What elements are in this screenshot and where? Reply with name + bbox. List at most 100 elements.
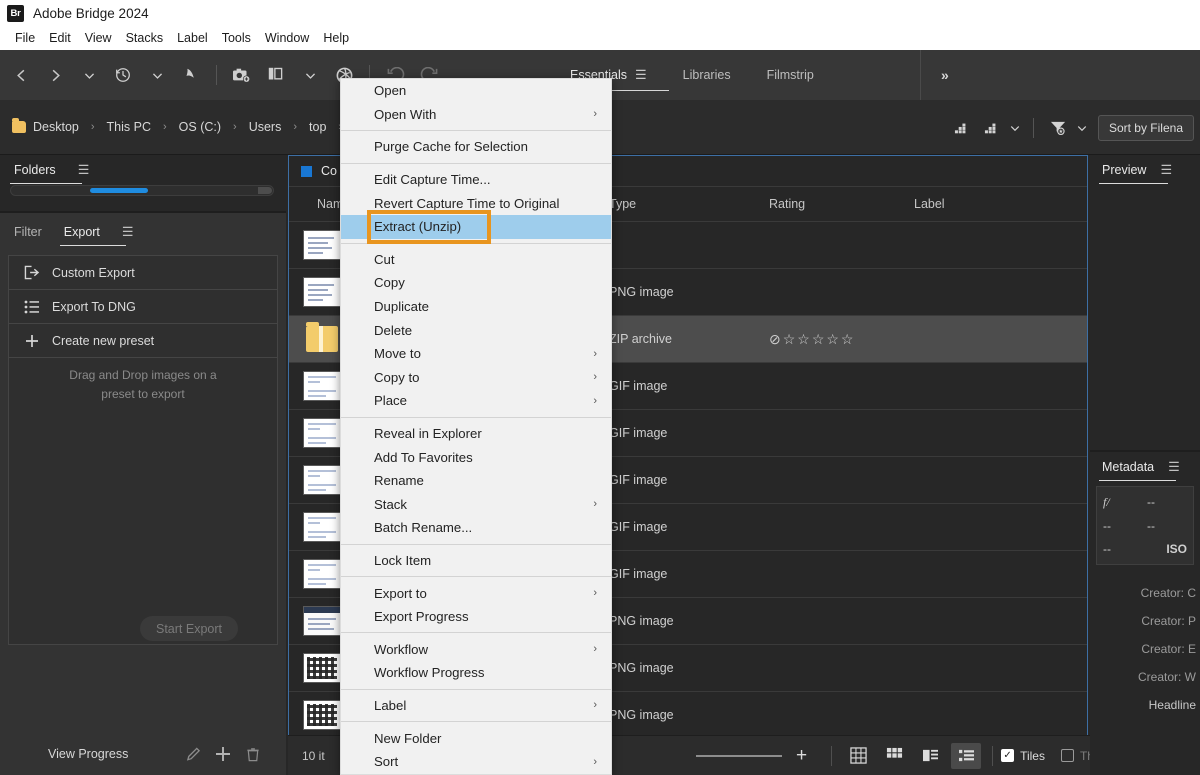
preset-custom-export[interactable]: Custom Export (9, 256, 277, 290)
tiles-checkbox[interactable]: ✓ (1001, 749, 1015, 762)
context-menu-item-stack[interactable]: Stack › (341, 493, 611, 517)
metadata-menu-icon[interactable]: ☰ (1168, 459, 1180, 475)
menu-edit[interactable]: Edit (42, 29, 78, 47)
sort-descending-icon[interactable] (977, 113, 1007, 143)
folders-menu-icon[interactable]: ☰ (78, 162, 90, 178)
thumbnail-size-slider[interactable] (695, 754, 782, 757)
menu-view[interactable]: View (78, 29, 119, 47)
breadcrumb-item[interactable]: Users (249, 120, 282, 134)
context-menu-item-revert-capture-time-to-original[interactable]: Revert Capture Time to Original (341, 191, 611, 215)
context-menu-item-workflow-progress[interactable]: Workflow Progress (341, 661, 611, 685)
pencil-icon[interactable] (178, 746, 208, 762)
context-menu-item-edit-capture-time[interactable]: Edit Capture Time... (341, 168, 611, 192)
thumbnail-grid-icon[interactable] (879, 743, 909, 769)
context-menu-item-copy[interactable]: Copy (341, 271, 611, 295)
chevron-down-icon[interactable] (144, 62, 170, 88)
column-header-rating[interactable]: Rating (769, 197, 914, 211)
menu-tools[interactable]: Tools (215, 29, 258, 47)
view-progress-link[interactable]: View Progress (48, 747, 128, 761)
export-menu-icon[interactable]: ☰ (122, 224, 134, 240)
tab-filter[interactable]: Filter (14, 225, 42, 239)
context-menu-item-label[interactable]: Label › (341, 694, 611, 718)
start-export-button[interactable]: Start Export (140, 616, 238, 641)
context-menu-item-move-to[interactable]: Move to › (341, 342, 611, 366)
context-menu-item-open-with[interactable]: Open With › (341, 103, 611, 127)
scrollbar-end-cap[interactable] (258, 187, 272, 194)
boomerang-icon[interactable] (178, 62, 204, 88)
menu-help[interactable]: Help (316, 29, 356, 47)
preview-panel-header: Preview ☰ (1090, 155, 1200, 185)
forward-arrow-icon[interactable] (42, 62, 68, 88)
context-menu-item-duplicate[interactable]: Duplicate (341, 295, 611, 319)
camera-raw-icon[interactable] (229, 62, 255, 88)
column-header-type[interactable]: Type (609, 197, 769, 211)
list-view-icon[interactable] (951, 742, 982, 769)
context-menu-item-label: Reveal in Explorer (374, 426, 482, 442)
workspace-tab-libraries[interactable]: Libraries (683, 64, 731, 86)
breadcrumb-item[interactable]: This PC (107, 120, 151, 134)
chevron-down-icon[interactable] (1074, 113, 1090, 143)
scrollbar-thumb[interactable] (89, 188, 148, 193)
workspace-menu-icon[interactable]: ☰ (635, 67, 647, 83)
context-menu-item-label: Add To Favorites (374, 449, 473, 465)
tab-preview[interactable]: Preview (1098, 163, 1170, 184)
menu-file[interactable]: File (8, 29, 42, 47)
context-menu-item-add-to-favorites[interactable]: Add To Favorites (341, 445, 611, 469)
sort-ascending-icon[interactable] (947, 113, 977, 143)
tab-export[interactable]: Export (59, 225, 127, 246)
context-menu-item-new-folder[interactable]: New Folder (341, 726, 611, 750)
divider (992, 745, 994, 766)
context-menu-item-export-to[interactable]: Export to › (341, 581, 611, 605)
context-menu-item-purge-cache-for-selection[interactable]: Purge Cache for Selection (341, 135, 611, 159)
context-menu-item-workflow[interactable]: Workflow › (341, 637, 611, 661)
menu-stacks[interactable]: Stacks (119, 29, 171, 47)
tab-metadata[interactable]: Metadata (1098, 460, 1177, 481)
cell-rating[interactable]: ⊘☆☆☆☆☆ (769, 331, 914, 348)
context-menu-item-delete[interactable]: Delete (341, 318, 611, 342)
breadcrumb-item[interactable]: top (309, 120, 326, 134)
menu-window[interactable]: Window (258, 29, 316, 47)
exif-aperture: f/ (1103, 495, 1110, 509)
context-menu-item-open[interactable]: Open (341, 79, 611, 103)
export-footer: View Progress (0, 733, 286, 775)
chevron-down-icon[interactable] (76, 62, 102, 88)
stack-icon[interactable] (263, 62, 289, 88)
context-menu-item-copy-to[interactable]: Copy to › (341, 366, 611, 390)
context-menu-item-extract-unzip[interactable]: Extract (Unzip) (341, 214, 611, 239)
folders-horizontal-scrollbar[interactable] (10, 185, 274, 196)
preview-menu-icon[interactable]: ☰ (1160, 162, 1172, 178)
breadcrumb-item[interactable]: OS (C:) (179, 120, 221, 134)
context-menu-item-sort[interactable]: Sort › (341, 750, 611, 774)
grid-view-icon[interactable] (843, 743, 873, 769)
exif-value-1: -- (1147, 495, 1155, 509)
sort-by-filename-button[interactable]: Sort by Filena (1097, 114, 1194, 141)
chevron-down-icon[interactable] (297, 62, 323, 88)
plus-icon[interactable] (208, 746, 238, 762)
workspace-tab-filmstrip[interactable]: Filmstrip (767, 64, 814, 86)
preset-export-to-dng[interactable]: Export To DNG (9, 290, 277, 324)
context-menu-item-rename[interactable]: Rename (341, 469, 611, 493)
back-arrow-icon[interactable] (8, 62, 34, 88)
context-menu-item-reveal-in-explorer[interactable]: Reveal in Explorer (341, 422, 611, 446)
tiles-checkbox-group[interactable]: ✓ Tiles (1001, 749, 1061, 763)
content-panel-indicator-icon (301, 165, 312, 177)
trash-icon[interactable] (238, 747, 268, 762)
preset-create-new[interactable]: Create new preset (9, 324, 277, 358)
context-menu-item-cut[interactable]: Cut (341, 248, 611, 272)
filter-icon[interactable] (1044, 113, 1074, 143)
increase-thumbnail-size-button[interactable]: + (796, 745, 807, 767)
chevron-down-icon[interactable] (1007, 113, 1023, 143)
thumbnails-only-checkbox[interactable] (1060, 749, 1074, 762)
context-menu-item-lock-item[interactable]: Lock Item (341, 549, 611, 573)
breadcrumb-item[interactable]: Desktop (33, 120, 79, 134)
context-menu-item-batch-rename[interactable]: Batch Rename... (341, 516, 611, 540)
details-view-icon[interactable] (915, 743, 945, 769)
menu-label[interactable]: Label (170, 29, 215, 47)
tab-folders[interactable]: Folders (10, 163, 82, 184)
recent-history-icon[interactable] (110, 62, 136, 88)
breadcrumb-separator: › (293, 121, 298, 133)
workspace-overflow-button[interactable]: » (920, 50, 949, 100)
column-header-label[interactable]: Label (914, 197, 1034, 211)
context-menu-item-place[interactable]: Place › (341, 389, 611, 413)
context-menu-item-export-progress[interactable]: Export Progress (341, 605, 611, 629)
